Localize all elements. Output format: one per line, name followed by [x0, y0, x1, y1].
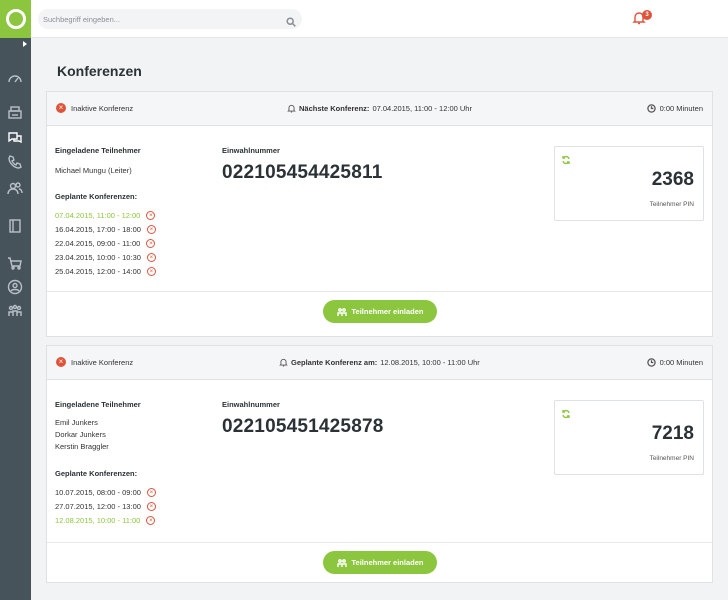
planned-date-row: 07.04.2015, 11:00 - 12:00 × [55, 211, 156, 220]
invite-participants-button[interactable]: Teilnehmer einladen [323, 300, 437, 323]
invite-participants-button[interactable]: Teilnehmer einladen [323, 551, 437, 574]
conference-card-footer: Teilnehmer einladen [47, 543, 712, 585]
search-input[interactable] [43, 12, 273, 26]
notification-badge[interactable]: 3 [642, 10, 652, 20]
remove-date-icon[interactable]: × [146, 225, 156, 234]
refresh-pin-icon[interactable] [561, 406, 571, 419]
planned-label: Geplante Konferenzen: [55, 192, 138, 201]
conference-card-body: Eingeladene Teilnehmer Emil Junkers Dork… [47, 380, 712, 543]
users-icon[interactable] [7, 303, 23, 319]
planned-date[interactable]: 10.07.2015, 08:00 - 09:00 [55, 488, 141, 497]
dial-in-number: 022105451425878 [222, 416, 384, 437]
planned-date[interactable]: 16.04.2015, 17:00 - 18:00 [55, 225, 141, 234]
planned-date-row: 25.04.2015, 12:00 - 14:00 × [55, 267, 156, 276]
participants-label: Eingeladene Teilnehmer [55, 400, 141, 409]
conference-card: × Inaktive Konferenz Geplante Konferenz … [46, 345, 713, 583]
cart-icon[interactable] [7, 255, 23, 271]
participant-name: Kerstin Braggler [55, 442, 109, 451]
planned-date-row: 16.04.2015, 17:00 - 18:00 × [55, 225, 156, 234]
remove-date-icon[interactable]: × [146, 239, 156, 248]
book-icon[interactable] [7, 218, 23, 234]
participants-label: Eingeladene Teilnehmer [55, 146, 141, 155]
participant-name: Emil Junkers [55, 418, 98, 427]
search-bar [38, 9, 302, 29]
planned-date-row: 22.04.2015, 09:00 - 11:00 × [55, 239, 156, 248]
clock-icon [646, 358, 656, 367]
sidebar [0, 0, 31, 600]
remove-date-icon[interactable]: × [146, 516, 156, 525]
next-conference-value: 07.04.2015, 11:00 - 12:00 Uhr [372, 104, 472, 113]
status-label: Inaktive Konferenz [71, 357, 134, 367]
expand-sidebar-icon[interactable] [23, 41, 27, 47]
status-label: Inaktive Konferenz [71, 103, 134, 113]
search-icon[interactable] [286, 14, 296, 27]
dial-in-label: Einwahlnummer [222, 400, 280, 409]
planned-date[interactable]: 12.08.2015, 10:00 - 11:00 [55, 516, 140, 525]
dial-in-number: 022105454425811 [222, 162, 383, 183]
participants-icon [336, 307, 347, 317]
invite-participants-label: Teilnehmer einladen [351, 558, 424, 567]
planned-date[interactable]: 07.04.2015, 11:00 - 12:00 [55, 211, 140, 220]
remove-date-icon[interactable]: × [146, 488, 156, 497]
status: × Inaktive Konferenz [56, 103, 133, 113]
planned-date-row: 27.07.2015, 12:00 - 13:00 × [55, 502, 156, 511]
duration-value: 0:00 Minuten [659, 358, 703, 367]
duration: 0:00 Minuten [646, 358, 703, 367]
bell-icon [279, 358, 288, 367]
conference-card-header: × Inaktive Konferenz Geplante Konferenz … [47, 346, 712, 380]
duration: 0:00 Minuten [646, 104, 703, 113]
next-conference-value: 12.08.2015, 10:00 - 11:00 Uhr [380, 358, 480, 367]
page-title: Konferenzen [57, 63, 142, 79]
remove-date-icon[interactable]: × [146, 211, 156, 220]
planned-label: Geplante Konferenzen: [55, 469, 138, 478]
refresh-pin-icon[interactable] [561, 152, 571, 165]
dial-in-label: Einwahlnummer [222, 146, 280, 155]
planned-date[interactable]: 25.04.2015, 12:00 - 14:00 [55, 267, 141, 276]
pin-value: 7218 [651, 423, 694, 444]
next-conference-label: Nächste Konferenz: [299, 104, 370, 113]
planned-date[interactable]: 23.04.2015, 10:00 - 10:30 [55, 253, 141, 262]
pin-label: Teilnehmer PIN [649, 455, 694, 462]
user-circle-icon[interactable] [7, 279, 23, 295]
pin-box: 7218 Teilnehmer PIN [554, 400, 704, 475]
planned-date[interactable]: 22.04.2015, 09:00 - 11:00 [55, 239, 140, 248]
participant-name: Dorkar Junkers [55, 430, 106, 439]
conference-card-body: Eingeladene Teilnehmer Michael Mungu (Le… [47, 126, 712, 292]
pin-value: 2368 [651, 169, 694, 190]
planned-date-row: 10.07.2015, 08:00 - 09:00 × [55, 488, 156, 497]
pin-box: 2368 Teilnehmer PIN [554, 146, 704, 221]
remove-date-icon[interactable]: × [146, 267, 156, 276]
next-conference-label: Geplante Konferenz am: [291, 358, 378, 367]
next-conference: Nächste Konferenz: 07.04.2015, 11:00 - 1… [287, 104, 472, 113]
chat-icon[interactable] [7, 130, 23, 146]
phone-icon[interactable] [7, 154, 23, 170]
logo[interactable] [0, 0, 31, 38]
participant-name: Michael Mungu (Leiter) [55, 166, 132, 175]
remove-date-icon[interactable]: × [146, 502, 156, 511]
dashboard-icon[interactable] [7, 70, 23, 86]
remove-date-icon[interactable]: × [146, 253, 156, 262]
pin-label: Teilnehmer PIN [649, 201, 694, 208]
planned-date[interactable]: 27.07.2015, 12:00 - 13:00 [55, 502, 141, 511]
logo-ring-icon [5, 9, 26, 29]
contacts-icon[interactable] [7, 180, 23, 196]
planned-date-row: 12.08.2015, 10:00 - 11:00 × [55, 516, 156, 525]
next-conference: Geplante Konferenz am: 12.08.2015, 10:00… [279, 358, 480, 367]
clock-icon [646, 104, 656, 113]
conference-card-footer: Teilnehmer einladen [47, 292, 712, 334]
fax-icon[interactable] [7, 105, 23, 121]
bell-icon [287, 104, 296, 113]
inactive-x-icon: × [56, 103, 66, 113]
planned-date-row: 23.04.2015, 10:00 - 10:30 × [55, 253, 156, 262]
invite-participants-label: Teilnehmer einladen [351, 307, 424, 316]
duration-value: 0:00 Minuten [659, 104, 703, 113]
inactive-x-icon: × [56, 357, 66, 367]
participants-icon [336, 558, 347, 568]
top-header: 3 [31, 0, 728, 38]
conference-card-header: × Inaktive Konferenz Nächste Konferenz: … [47, 92, 712, 126]
conference-card: × Inaktive Konferenz Nächste Konferenz: … [46, 91, 713, 337]
status: × Inaktive Konferenz [56, 357, 133, 367]
